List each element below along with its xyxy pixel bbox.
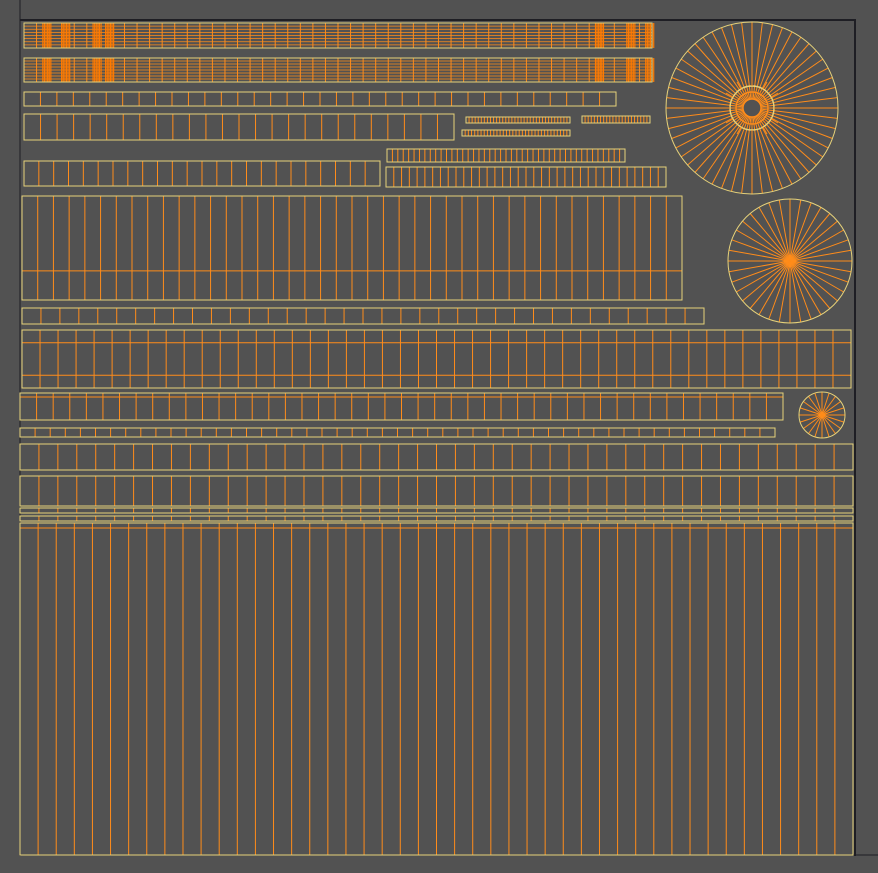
- uv-island-disc-small[interactable]: [798, 391, 846, 439]
- uv-viewport[interactable]: [0, 0, 878, 873]
- uv-island-strip-small-pieces[interactable]: [465, 116, 571, 124]
- uv-island-strip-small-pieces[interactable]: [461, 129, 571, 137]
- uv-layout-canvas[interactable]: [0, 0, 878, 873]
